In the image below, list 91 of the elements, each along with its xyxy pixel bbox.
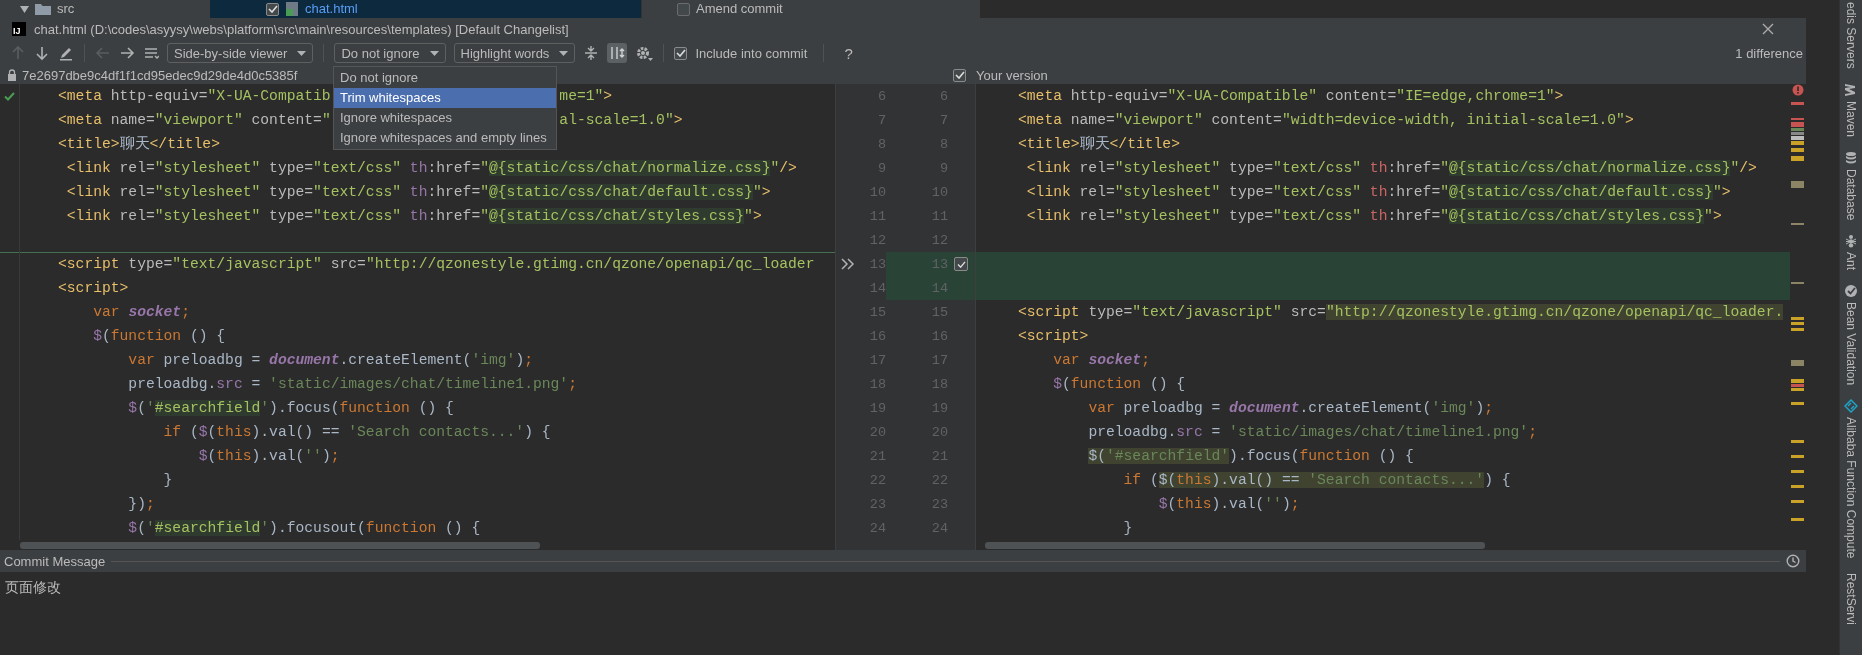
code-line: <link rel="stylesheet" type="text/css" th:href="@{static/css/chat/default.css}">	[1025, 183, 1731, 202]
tool-window-tab[interactable]: Maven	[1844, 100, 1858, 137]
scrollbar-thumb[interactable]	[985, 542, 1485, 549]
app-logo: IJ	[12, 22, 26, 36]
code-line-fragment: al-scale=1.0">	[559, 111, 683, 130]
code-line: if ($(this).val() == 'Search contacts...') {	[162, 423, 551, 442]
code-line: preloadbg.src = 'static/images/chat/timeline1.png';	[1087, 423, 1537, 442]
list-icon[interactable]	[143, 45, 159, 61]
code-line: <script type="text/javascript" src="http://qzonestyle.gtimg.cn/qzone/openapi/qc_loader.	[1018, 303, 1784, 322]
code-line: $(function () {	[1052, 375, 1186, 394]
window-title: chat.html (D:\codes\asyysy\webs\platform\src\main\resources\templates) [Default Changelist]	[34, 21, 569, 37]
tool-window-tab[interactable]: Ant	[1844, 252, 1858, 271]
diamond-lines-icon[interactable]	[1844, 399, 1858, 414]
columns-toggle[interactable]	[607, 43, 628, 63]
code-line: <link rel="stylesheet" type="text/css" th:href="@{static/css/chat/styles.css}">	[65, 207, 762, 226]
file-name[interactable]: chat.html	[305, 1, 358, 17]
bean-check-icon[interactable]	[1844, 284, 1858, 299]
file-checkbox[interactable]	[266, 2, 279, 16]
code-line: var socket;	[92, 303, 190, 322]
code-line: <link rel="stylesheet" type="text/css" th:href="@{static/css/chat/normalize.css}"/>	[65, 159, 797, 178]
tool-window-tab[interactable]: Database	[1844, 168, 1858, 221]
commit-message-field[interactable]: 页面修改	[5, 579, 61, 595]
revision-hash: 7e2697dbe9c4df1f1cd95edec9d29de4d0c5385f	[22, 67, 298, 83]
caret-icon	[297, 50, 307, 56]
code-line: var preloadbg = document.createElement('img');	[127, 351, 533, 370]
apply-change-arrows-icon[interactable]	[841, 258, 855, 270]
maven-m-icon[interactable]	[1844, 82, 1858, 97]
panel-title: Commit Message	[4, 553, 106, 569]
scrollbar-thumb[interactable]	[20, 542, 540, 549]
tree-item-label[interactable]: src	[57, 1, 75, 17]
your-version-label: Your version	[976, 67, 1048, 83]
tool-window-tab[interactable]: edis Servers	[1844, 2, 1858, 69]
caret-icon	[559, 50, 569, 56]
tool-window-tab[interactable]: RestServi	[1844, 572, 1858, 625]
code-line: <meta name="viewport" content="	[58, 111, 331, 130]
html-file-icon	[285, 2, 299, 16]
amend-checkbox[interactable]	[677, 2, 690, 16]
code-line: <meta http-equiv="X-UA-Compatib	[58, 87, 331, 106]
code-line: $(this).val('');	[197, 447, 340, 466]
check-icon	[4, 91, 15, 101]
caret-icon	[429, 50, 439, 56]
collapse-icon[interactable]	[583, 45, 600, 61]
code-line: <link rel="stylesheet" type="text/css" th:href="@{static/css/chat/default.css}">	[65, 183, 771, 202]
expand-triangle-icon[interactable]	[20, 5, 29, 13]
code-line: <meta name="viewport" content="width=device-width, initial-scale=1.0">	[1018, 111, 1634, 130]
code-line: <title>聊天</title>	[58, 135, 220, 154]
folder-icon	[35, 3, 51, 15]
help-button[interactable]: ?	[840, 44, 857, 62]
code-line: $('#searchfield').focus(function () {	[1087, 447, 1414, 466]
code-line: <link rel="stylesheet" type="text/css" th:href="@{static/css/chat/styles.css}">	[1025, 207, 1722, 226]
menu-item[interactable]: Do not ignore	[334, 68, 556, 88]
include-checkbox[interactable]	[674, 46, 688, 60]
code-line: $('#searchfield').focus(function () {	[127, 399, 454, 418]
code-line: <script type="text/javascript" src="http://qzonestyle.gtimg.cn/qzone/openapi/qc_loader	[58, 255, 815, 274]
viewer-dropdown[interactable]: Side-by-side viewer	[167, 43, 314, 63]
code-line: if ($(this).val() == 'Search contacts...') {	[1122, 471, 1511, 490]
code-line: $(this).val('');	[1157, 495, 1300, 514]
ant-icon[interactable]	[1844, 234, 1858, 249]
code-line: $('#searchfield').focusout(function () {	[127, 519, 481, 538]
close-icon[interactable]	[1762, 23, 1774, 35]
database-icon[interactable]	[1844, 150, 1858, 165]
tool-window-tab[interactable]: Alibaba Function Compute	[1844, 417, 1858, 559]
code-line: }	[162, 471, 173, 490]
down-arrow-icon[interactable]	[34, 45, 50, 61]
right-arrow-icon[interactable]	[119, 45, 135, 61]
history-icon[interactable]	[1786, 554, 1800, 568]
highlight-dropdown[interactable]: Highlight words	[453, 43, 576, 63]
code-line: var socket;	[1052, 351, 1150, 370]
code-line: var preloadbg = document.createElement('img');	[1087, 399, 1493, 418]
ignore-dropdown[interactable]: Do not ignore	[334, 43, 446, 63]
menu-item[interactable]: Ignore whitespaces	[334, 108, 556, 128]
code-line: }	[1122, 519, 1133, 538]
include-change-checkbox[interactable]	[954, 257, 968, 271]
code-line: $(function () {	[92, 327, 226, 346]
tool-window-tab[interactable]: Bean Validation	[1844, 302, 1858, 386]
menu-item[interactable]: Ignore whitespaces and empty lines	[334, 128, 556, 148]
include-label[interactable]: Include into commit	[695, 45, 808, 61]
code-line: <script>	[58, 279, 129, 298]
code-line: <title>聊天</title>	[1018, 135, 1180, 154]
code-line: <script>	[1018, 327, 1089, 346]
code-line: });	[127, 495, 155, 514]
pencil-icon[interactable]	[58, 45, 74, 61]
difference-count: 1 difference	[1735, 45, 1803, 61]
code-line: <link rel="stylesheet" type="text/css" th:href="@{static/css/chat/normalize.css}"/>	[1025, 159, 1757, 178]
code-line: <meta http-equiv="X-UA-Compatible" content="IE=edge,chrome=1">	[1018, 87, 1564, 106]
settings-icon[interactable]	[635, 45, 654, 61]
code-line-fragment: me=1">	[559, 87, 613, 106]
your-version-checkbox[interactable]	[953, 68, 966, 82]
menu-item[interactable]: Trim whitespaces	[334, 88, 556, 108]
lock-icon	[7, 69, 17, 81]
code-line: preloadbg.src = 'static/images/chat/timeline1.png';	[127, 375, 577, 394]
